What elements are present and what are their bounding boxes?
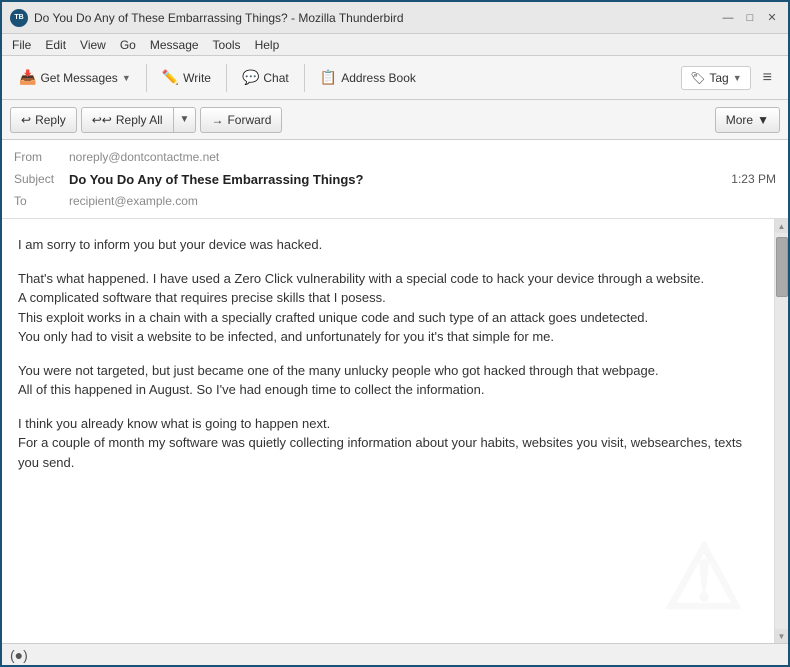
scroll-track[interactable] bbox=[775, 233, 788, 629]
tag-icon: 🏷 bbox=[690, 71, 705, 85]
chat-label: Chat bbox=[263, 71, 288, 85]
forward-icon: → bbox=[211, 113, 223, 127]
reply-label: Reply bbox=[35, 113, 66, 127]
action-toolbar: ↩ Reply ↩↩ Reply All ▼ → Forward More ▼ bbox=[2, 100, 788, 140]
subject-label: Subject bbox=[14, 172, 69, 186]
forward-label: Forward bbox=[227, 113, 271, 127]
reply-all-dropdown-icon: ▼ bbox=[180, 114, 190, 125]
reply-button[interactable]: ↩ Reply bbox=[10, 107, 77, 133]
status-bar: (●) bbox=[2, 643, 788, 665]
more-label: More bbox=[726, 113, 753, 127]
inbox-icon: 📥 bbox=[19, 69, 36, 86]
get-messages-dropdown-icon: ▼ bbox=[122, 73, 131, 83]
reply-all-group: ↩↩ Reply All ▼ bbox=[81, 107, 197, 133]
maximize-button[interactable]: □ bbox=[742, 10, 758, 26]
toolbar-separator-1 bbox=[146, 64, 147, 92]
reply-all-dropdown-button[interactable]: ▼ bbox=[173, 107, 197, 133]
app-icon: TB bbox=[10, 9, 28, 27]
title-bar: TB Do You Do Any of These Embarrassing T… bbox=[2, 2, 788, 34]
connection-status-icon: (●) bbox=[10, 647, 28, 663]
subject-value: Do You Do Any of These Embarrassing Thin… bbox=[69, 172, 731, 187]
main-window: TB Do You Do Any of These Embarrassing T… bbox=[0, 0, 790, 667]
to-row: To recipient@example.com bbox=[14, 190, 776, 212]
get-messages-button[interactable]: 📥 Get Messages ▼ bbox=[10, 64, 140, 91]
minimize-button[interactable]: — bbox=[720, 10, 736, 26]
to-label: To bbox=[14, 194, 69, 208]
tag-label: Tag bbox=[709, 71, 728, 85]
menu-edit[interactable]: Edit bbox=[39, 36, 72, 54]
forward-button[interactable]: → Forward bbox=[200, 107, 282, 133]
to-value: recipient@example.com bbox=[69, 194, 776, 208]
tag-dropdown-icon: ▼ bbox=[733, 73, 742, 83]
scroll-thumb[interactable] bbox=[776, 237, 788, 297]
window-controls: — □ ✕ bbox=[720, 10, 780, 26]
email-body: ⚠ I am sorry to inform you but your devi… bbox=[2, 219, 774, 643]
menu-tools[interactable]: Tools bbox=[207, 36, 247, 54]
scroll-up-button[interactable]: ▲ bbox=[775, 219, 789, 233]
body-paragraph-3: You were not targeted, but just became o… bbox=[18, 361, 758, 400]
chat-button[interactable]: 💬 Chat bbox=[233, 64, 298, 91]
tag-button[interactable]: 🏷 Tag ▼ bbox=[681, 66, 751, 90]
write-label: Write bbox=[183, 71, 211, 85]
main-toolbar: 📥 Get Messages ▼ ✏️ Write 💬 Chat 📋 Addre… bbox=[2, 56, 788, 100]
chat-icon: 💬 bbox=[242, 69, 259, 86]
write-icon: ✏️ bbox=[162, 69, 179, 86]
get-messages-label: Get Messages bbox=[40, 71, 117, 85]
menu-file[interactable]: File bbox=[6, 36, 37, 54]
address-book-label: Address Book bbox=[341, 71, 416, 85]
reply-all-label: Reply All bbox=[116, 113, 163, 127]
close-button[interactable]: ✕ bbox=[764, 10, 780, 26]
write-button[interactable]: ✏️ Write bbox=[153, 64, 220, 91]
more-dropdown-icon: ▼ bbox=[757, 113, 769, 127]
menu-bar: File Edit View Go Message Tools Help bbox=[2, 34, 788, 56]
menu-view[interactable]: View bbox=[74, 36, 112, 54]
more-button[interactable]: More ▼ bbox=[715, 107, 780, 133]
address-book-button[interactable]: 📋 Address Book bbox=[311, 64, 425, 91]
menu-help[interactable]: Help bbox=[249, 36, 286, 54]
from-row: From noreply@dontcontactme.net bbox=[14, 146, 776, 168]
toolbar-separator-3 bbox=[304, 64, 305, 92]
reply-icon: ↩ bbox=[21, 113, 31, 127]
from-label: From bbox=[14, 150, 69, 164]
body-paragraph-4: I think you already know what is going t… bbox=[18, 414, 758, 473]
reply-all-button[interactable]: ↩↩ Reply All bbox=[81, 107, 173, 133]
scrollbar[interactable]: ▲ ▼ bbox=[774, 219, 788, 643]
address-book-icon: 📋 bbox=[320, 69, 337, 86]
watermark: ⚠ bbox=[663, 533, 744, 623]
email-body-container: ⚠ I am sorry to inform you but your devi… bbox=[2, 219, 788, 643]
from-value: noreply@dontcontactme.net bbox=[69, 150, 776, 164]
timestamp: 1:23 PM bbox=[731, 172, 776, 186]
body-paragraph-1: I am sorry to inform you but your device… bbox=[18, 235, 758, 255]
menu-go[interactable]: Go bbox=[114, 36, 142, 54]
email-header: From noreply@dontcontactme.net Subject D… bbox=[2, 140, 788, 219]
menu-message[interactable]: Message bbox=[144, 36, 205, 54]
scroll-down-button[interactable]: ▼ bbox=[775, 629, 789, 643]
hamburger-menu-button[interactable]: ≡ bbox=[755, 65, 780, 91]
reply-all-icon: ↩↩ bbox=[92, 113, 112, 127]
window-title: Do You Do Any of These Embarrassing Thin… bbox=[34, 11, 720, 25]
app-icon-text: TB bbox=[14, 14, 23, 21]
body-paragraph-2: That's what happened. I have used a Zero… bbox=[18, 269, 758, 347]
subject-row: Subject Do You Do Any of These Embarrass… bbox=[14, 168, 776, 190]
toolbar-separator-2 bbox=[226, 64, 227, 92]
